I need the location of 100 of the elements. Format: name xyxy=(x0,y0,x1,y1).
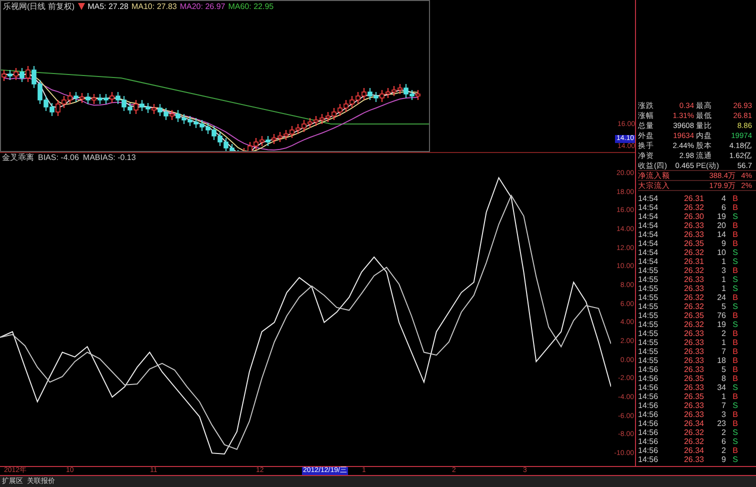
trade-volume: 2 xyxy=(720,428,726,437)
trade-price: 26.33 xyxy=(682,275,704,284)
trade-volume: 18 xyxy=(716,356,726,365)
trade-volume: 34 xyxy=(716,383,726,392)
trade-side-label: B xyxy=(732,230,738,239)
trade-volume: 6 xyxy=(720,203,726,212)
trade-volume: 9 xyxy=(720,455,726,464)
trade-side-label: B xyxy=(732,239,738,248)
trade-side-label: B xyxy=(732,374,738,383)
trade-time: 14:56 xyxy=(638,419,660,428)
trade-time: 14:56 xyxy=(638,446,660,455)
trade-time: 14:55 xyxy=(638,338,660,347)
trade-volume: 9 xyxy=(720,239,726,248)
trade-volume: 23 xyxy=(716,419,726,428)
trade-volume: 14 xyxy=(716,230,726,239)
trade-price: 26.33 xyxy=(682,365,704,374)
trade-volume: 1 xyxy=(720,392,726,401)
indicator-title: 金叉乖离 xyxy=(2,153,34,162)
moving-average-label: MA60: 22.95 xyxy=(228,2,274,11)
trade-volume: 1 xyxy=(720,257,726,266)
trade-time: 14:55 xyxy=(638,293,660,302)
trade-price: 26.33 xyxy=(682,356,704,365)
trade-price: 26.32 xyxy=(682,248,704,257)
trade-price: 26.33 xyxy=(682,284,704,293)
trade-price: 26.32 xyxy=(682,293,704,302)
trade-price: 26.33 xyxy=(682,401,704,410)
trade-side-label: B xyxy=(732,194,738,203)
trade-price: 26.35 xyxy=(682,311,704,320)
trade-price: 26.31 xyxy=(682,257,704,266)
trade-price: 26.32 xyxy=(682,320,704,329)
trade-time: 14:56 xyxy=(638,437,660,446)
trade-side-label: B xyxy=(732,347,738,356)
trade-volume: 19 xyxy=(716,212,726,221)
trade-time: 14:54 xyxy=(638,248,660,257)
trade-price: 26.32 xyxy=(682,437,704,446)
trade-side-label: B xyxy=(732,446,738,455)
trade-side-label: B xyxy=(732,266,738,275)
trade-side-label: B xyxy=(732,410,738,419)
trade-time: 14:55 xyxy=(638,347,660,356)
trade-price: 26.32 xyxy=(682,302,704,311)
trade-time: 14:55 xyxy=(638,284,660,293)
moving-average-label: MA20: 26.97 xyxy=(180,2,226,11)
trade-side-label: S xyxy=(732,248,738,257)
indicator-value: MABIAS: -0.13 xyxy=(82,153,136,162)
trade-volume: 76 xyxy=(716,311,726,320)
trade-volume: 5 xyxy=(720,365,726,374)
trade-price: 26.32 xyxy=(682,428,704,437)
chart-title: 乐视网(日线 前复权) xyxy=(3,2,75,11)
trade-side-label: S xyxy=(732,275,738,284)
trade-price: 26.35 xyxy=(682,239,704,248)
trade-price: 26.35 xyxy=(682,392,704,401)
trade-side-label: S xyxy=(732,257,738,266)
trade-time: 14:55 xyxy=(638,302,660,311)
trade-price: 26.33 xyxy=(682,455,704,464)
trade-side-label: B xyxy=(732,365,738,374)
trade-time: 14:54 xyxy=(638,212,660,221)
trade-side-label: S xyxy=(732,383,738,392)
trade-volume: 5 xyxy=(720,302,726,311)
indicator-value: BIAS: -4.06 xyxy=(38,153,79,162)
trade-time: 14:55 xyxy=(638,311,660,320)
trade-volume: 20 xyxy=(716,221,726,230)
trade-time: 14:54 xyxy=(638,239,660,248)
trade-volume: 24 xyxy=(716,293,726,302)
trade-volume: 1 xyxy=(720,275,726,284)
trade-time: 14:55 xyxy=(638,320,660,329)
trade-price: 26.31 xyxy=(682,194,704,203)
trade-volume: 19 xyxy=(716,320,726,329)
dropdown-icon[interactable] xyxy=(78,2,85,10)
trade-side-label: B xyxy=(732,338,738,347)
trade-side-label: S xyxy=(732,428,738,437)
trade-side-label: B xyxy=(732,356,738,365)
trade-time: 14:55 xyxy=(638,356,660,365)
trade-side-label: B xyxy=(732,203,738,212)
trade-side-label: S xyxy=(732,302,738,311)
trade-time: 14:56 xyxy=(638,374,660,383)
trade-side-label: S xyxy=(732,284,738,293)
trade-side-label: B xyxy=(732,419,738,428)
trade-volume: 6 xyxy=(720,437,726,446)
trade-side-label: B xyxy=(732,329,738,338)
trade-price: 26.30 xyxy=(682,212,704,221)
trade-side-label: S xyxy=(732,401,738,410)
trade-time: 14:54 xyxy=(638,194,660,203)
trade-price: 26.32 xyxy=(682,203,704,212)
trade-volume: 1 xyxy=(720,284,726,293)
trade-price: 26.33 xyxy=(682,338,704,347)
trade-side-label: S xyxy=(732,437,738,446)
trade-time: 14:56 xyxy=(638,455,660,464)
trade-time: 14:55 xyxy=(638,266,660,275)
trade-time: 14:54 xyxy=(638,203,660,212)
trade-side-label: S xyxy=(732,212,738,221)
moving-average-label: MA5: 27.28 xyxy=(88,2,128,11)
trade-volume: 3 xyxy=(720,410,726,419)
trade-volume: 2 xyxy=(720,446,726,455)
trade-volume: 3 xyxy=(720,266,726,275)
trade-time: 14:54 xyxy=(638,257,660,266)
trade-price: 26.33 xyxy=(682,410,704,419)
trade-price: 26.32 xyxy=(682,266,704,275)
trade-price: 26.34 xyxy=(682,419,704,428)
trade-time: 14:54 xyxy=(638,230,660,239)
trade-time: 14:55 xyxy=(638,329,660,338)
